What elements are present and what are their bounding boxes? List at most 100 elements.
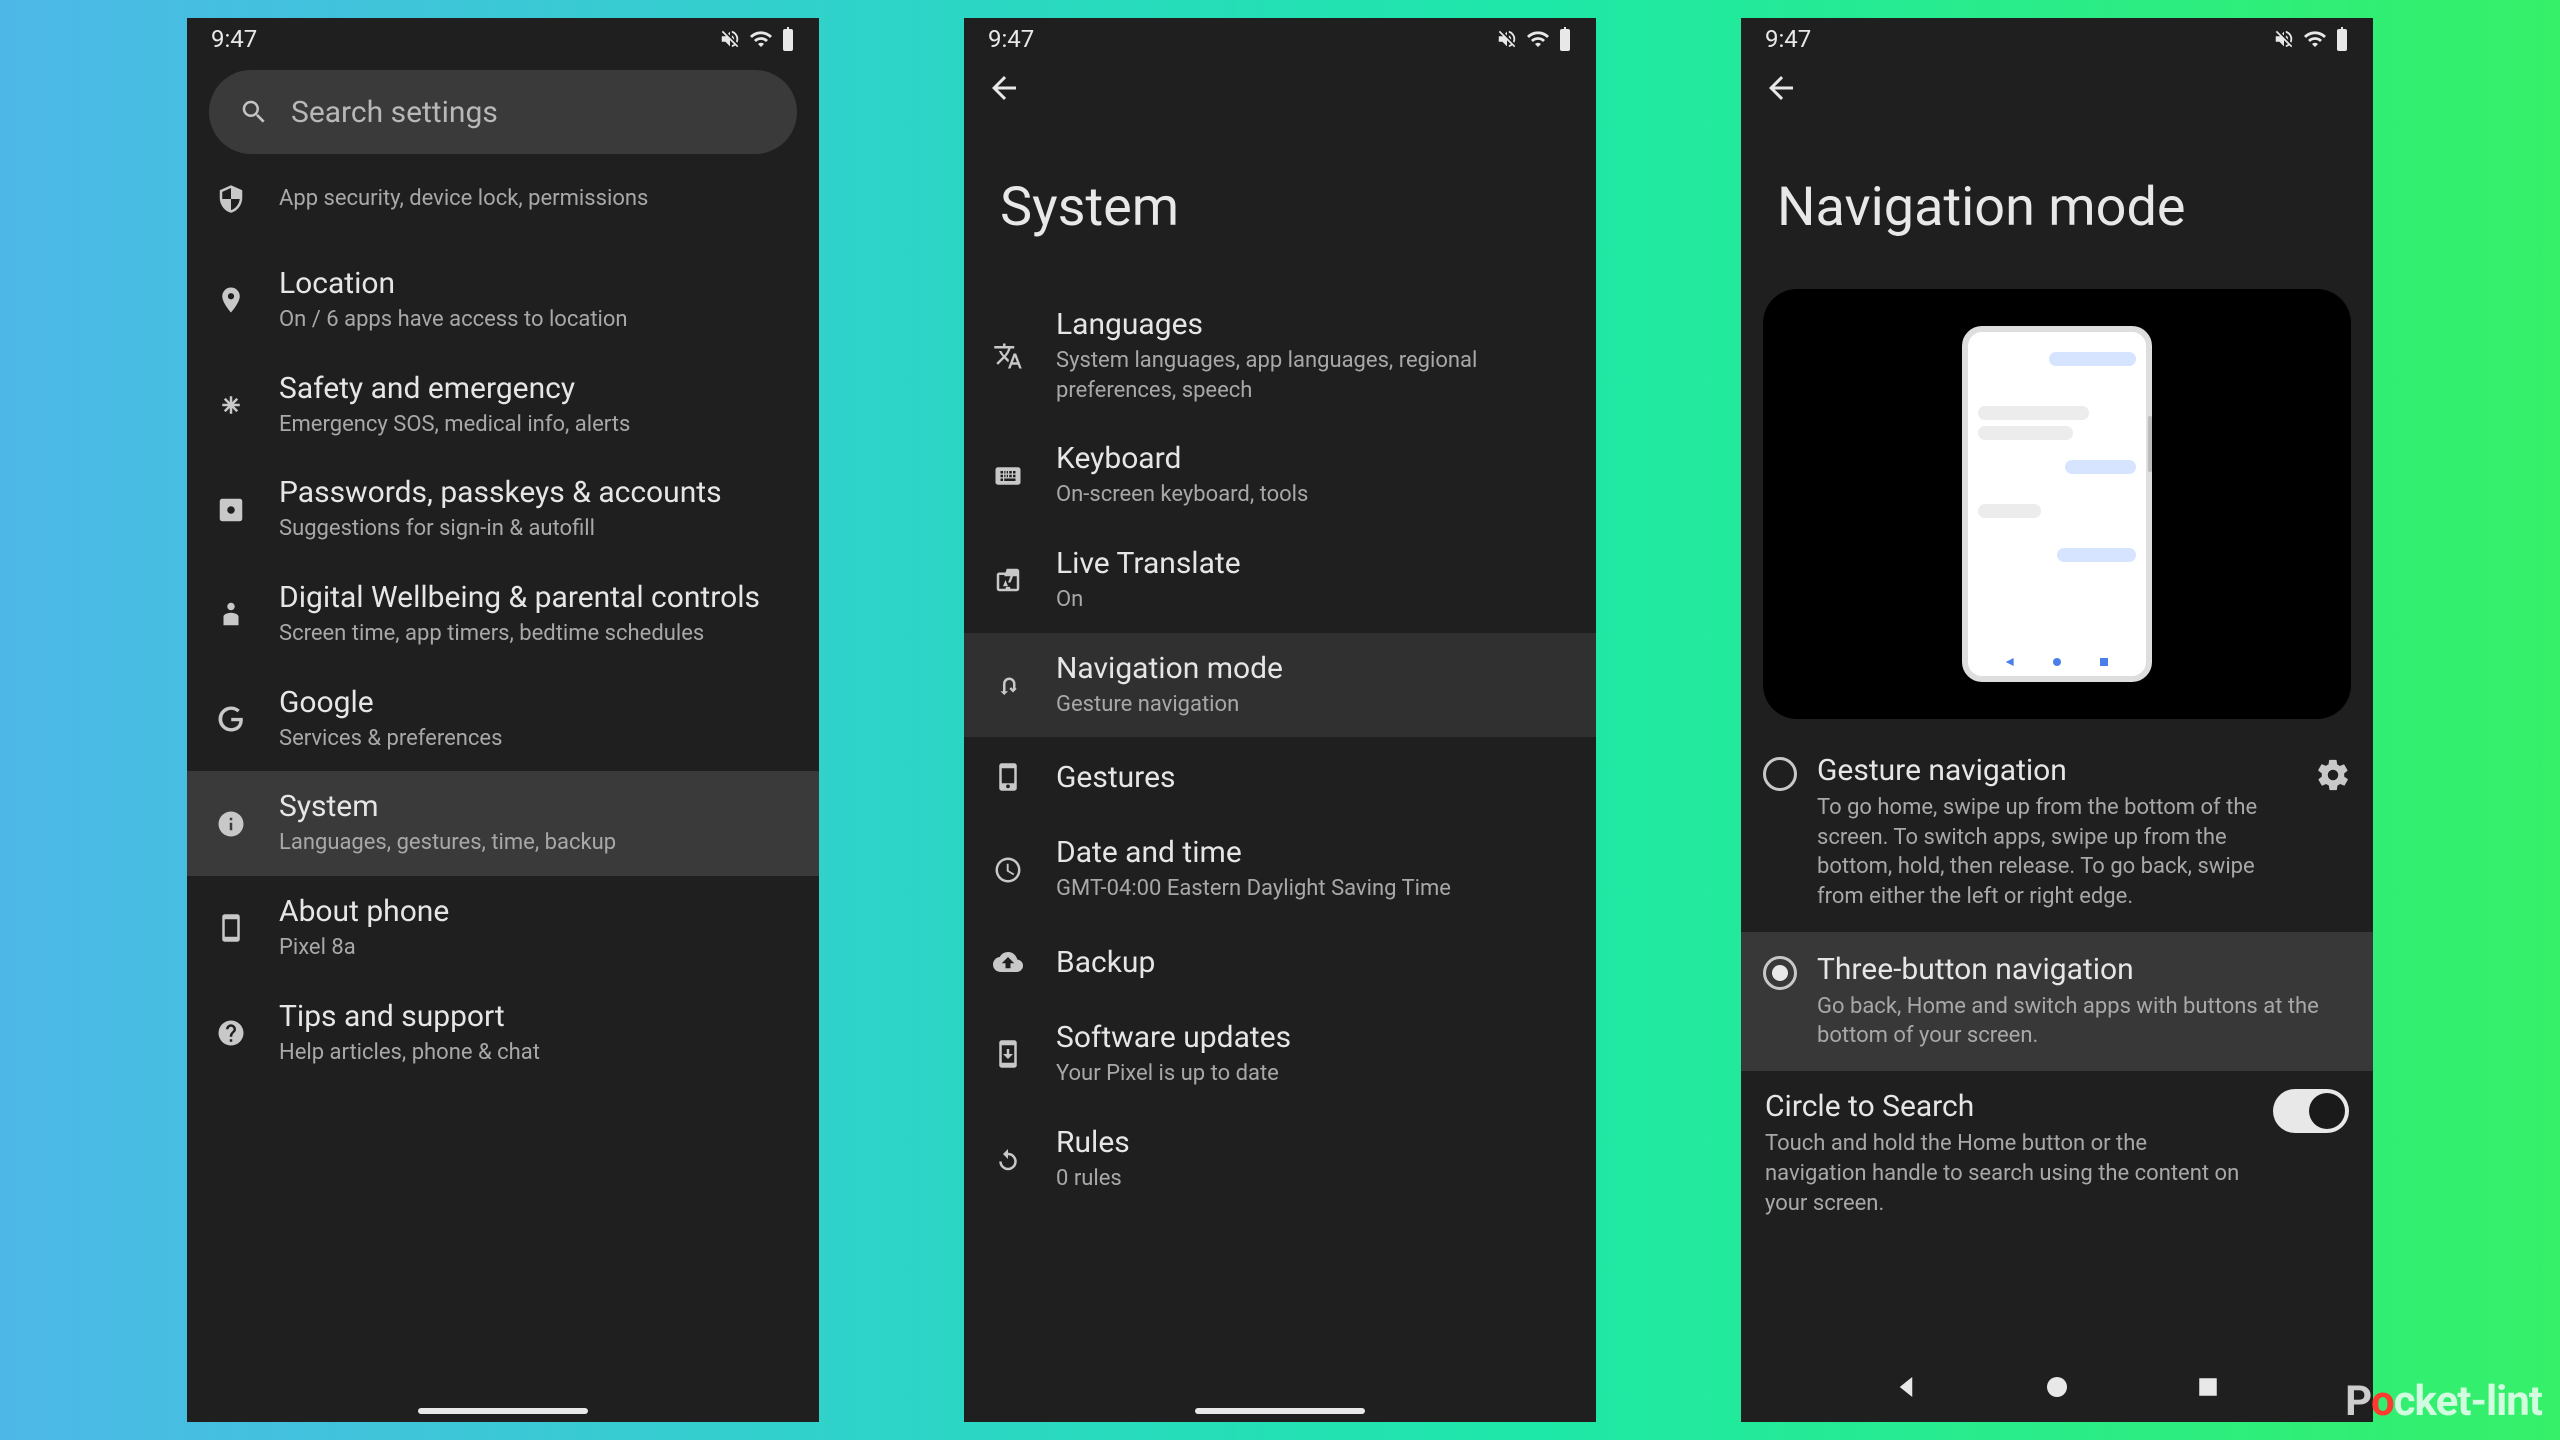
phone-icon <box>216 913 246 943</box>
option-desc: To go home, swipe up from the bot­tom of… <box>1817 793 2295 912</box>
clock-icon <box>993 855 1023 885</box>
status-time: 9:47 <box>1765 25 1811 53</box>
status-bar: 9:47 <box>187 18 819 60</box>
option-title: Gesture navigation <box>1817 753 2295 788</box>
item-subtitle: Suggestions for sign-in & autofill <box>279 514 793 544</box>
item-title: Gestures <box>1056 760 1570 795</box>
item-title: Google <box>279 685 793 720</box>
settings-item-system[interactable]: SystemLanguages, gestures, time, backup <box>187 771 819 876</box>
gear-icon <box>2315 757 2351 793</box>
item-title: Digital Wellbeing & parental controls <box>279 580 793 615</box>
system-item-navigation[interactable]: Navigation mode Gesture navigation <box>964 633 1596 738</box>
item-title: Date and time <box>1056 835 1570 870</box>
settings-item-google[interactable]: Google Services & preferences <box>187 667 819 772</box>
item-subtitle: Gesture navigation <box>1056 690 1570 720</box>
nav-handle[interactable] <box>1195 1408 1365 1414</box>
settings-item-passwords[interactable]: Passwords, passkeys & accounts Suggestion… <box>187 457 819 562</box>
rules-icon <box>993 1144 1023 1174</box>
item-subtitle: App security, device lock, permissions <box>279 184 793 214</box>
language-icon <box>993 341 1023 371</box>
search-placeholder: Search settings <box>291 95 498 130</box>
status-icons <box>2273 27 2349 51</box>
item-subtitle: On-screen keyboard, tools <box>1056 480 1570 510</box>
system-item-backup[interactable]: Backup <box>964 922 1596 1002</box>
option-title: Three-button navigation <box>1817 952 2351 987</box>
item-title: Safety and emergency <box>279 371 793 406</box>
settings-item-tips[interactable]: Tips and supportHelp articles, phone & c… <box>187 981 819 1086</box>
settings-main-screen: 9:47 Search settings App security, devic… <box>187 18 819 1422</box>
radio-gesture[interactable] <box>1763 757 1797 791</box>
item-subtitle: GMT-04:00 Eastern Daylight Saving Time <box>1056 874 1570 904</box>
item-title: Passwords, passkeys & accounts <box>279 475 793 510</box>
item-title: Rules <box>1056 1125 1570 1160</box>
settings-item-location[interactable]: LocationOn / 6 apps have access to locat… <box>187 248 819 353</box>
nav-back-icon[interactable] <box>1891 1372 1921 1402</box>
key-icon <box>216 495 246 525</box>
item-title: Tips and support <box>279 999 793 1034</box>
item-title: Backup <box>1056 945 1570 980</box>
cts-title: Circle to Search <box>1765 1089 2249 1124</box>
circle-to-search: Circle to Search Touch and hold the Home… <box>1741 1071 2373 1236</box>
backup-icon <box>993 947 1023 977</box>
settings-item-security[interactable]: App security, device lock, permissions <box>187 168 819 248</box>
nav-handle[interactable] <box>418 1408 588 1414</box>
system-item-languages[interactable]: LanguagesSystem languages, app languages… <box>964 289 1596 423</box>
nav-recents-icon[interactable] <box>2193 1372 2223 1402</box>
item-title: Keyboard <box>1056 441 1570 476</box>
item-subtitle: Pixel 8a <box>279 933 793 963</box>
settings-item-about[interactable]: About phonePixel 8a <box>187 876 819 981</box>
back-button[interactable] <box>986 70 1022 106</box>
location-icon <box>216 285 246 315</box>
radio-three-button[interactable] <box>1763 956 1797 990</box>
system-list[interactable]: LanguagesSystem languages, app languages… <box>964 289 1596 1422</box>
item-title: Software updates <box>1056 1020 1570 1055</box>
cts-toggle[interactable] <box>2273 1089 2349 1133</box>
option-desc: Go back, Home and switch apps with butto… <box>1817 992 2351 1051</box>
update-icon <box>993 1039 1023 1069</box>
search-settings[interactable]: Search settings <box>209 70 797 154</box>
search-icon <box>239 97 269 127</box>
system-screen: 9:47 System LanguagesSystem languages, a… <box>964 18 1596 1422</box>
item-title: System <box>279 789 793 824</box>
system-item-rules[interactable]: Rules0 rules <box>964 1107 1596 1212</box>
option-three-button[interactable]: Three-button navigation Go back, Home an… <box>1741 932 2373 1071</box>
settings-list[interactable]: App security, device lock, permissions L… <box>187 168 819 1422</box>
wifi-icon <box>2303 27 2327 51</box>
status-bar: 9:47 <box>964 18 1596 60</box>
mute-icon <box>2273 28 2295 50</box>
status-time: 9:47 <box>211 25 257 53</box>
system-item-updates[interactable]: Software updates Your Pixel is up to date <box>964 1002 1596 1107</box>
back-button[interactable] <box>1763 70 1799 106</box>
battery-icon <box>2335 27 2349 51</box>
page-title: Navigation mode <box>1741 116 2373 289</box>
page-title: System <box>964 116 1596 289</box>
item-subtitle: Screen time, app timers, bedtime schedul… <box>279 619 793 649</box>
settings-item-wellbeing[interactable]: Digital Wellbeing & parental controls Scr… <box>187 562 819 667</box>
item-title: Live Translate <box>1056 546 1570 581</box>
system-item-translate[interactable]: Live TranslateOn <box>964 528 1596 633</box>
google-icon <box>216 704 246 734</box>
status-time: 9:47 <box>988 25 1034 53</box>
item-title: Location <box>279 266 793 301</box>
wifi-icon <box>749 27 773 51</box>
three-button-navbar <box>1741 1360 2373 1414</box>
system-item-datetime[interactable]: Date and time GMT-04:00 Eastern Daylight … <box>964 817 1596 922</box>
item-title: Navigation mode <box>1056 651 1570 686</box>
item-title: Languages <box>1056 307 1570 342</box>
gesture-settings-button[interactable] <box>2315 757 2351 793</box>
item-subtitle: Services & preferences <box>279 724 793 754</box>
watermark: Pocket-lint <box>2345 1377 2542 1426</box>
settings-item-safety[interactable]: Safety and emergencyEmergency SOS, medic… <box>187 353 819 458</box>
system-item-keyboard[interactable]: Keyboard On-screen keyboard, tools <box>964 423 1596 528</box>
swipe-icon <box>993 670 1023 700</box>
system-item-gestures[interactable]: Gestures <box>964 737 1596 817</box>
gesture-icon <box>993 762 1023 792</box>
battery-icon <box>1558 27 1572 51</box>
option-gesture-nav[interactable]: Gesture navigation To go home, swipe up … <box>1741 733 2373 932</box>
keyboard-icon <box>993 461 1023 491</box>
cts-desc: Touch and hold the Home button or the na… <box>1765 1129 2249 1218</box>
mute-icon <box>1496 28 1518 50</box>
nav-home-icon[interactable] <box>2042 1372 2072 1402</box>
nav-preview <box>1763 289 2351 719</box>
item-subtitle: Your Pixel is up to date <box>1056 1059 1570 1089</box>
